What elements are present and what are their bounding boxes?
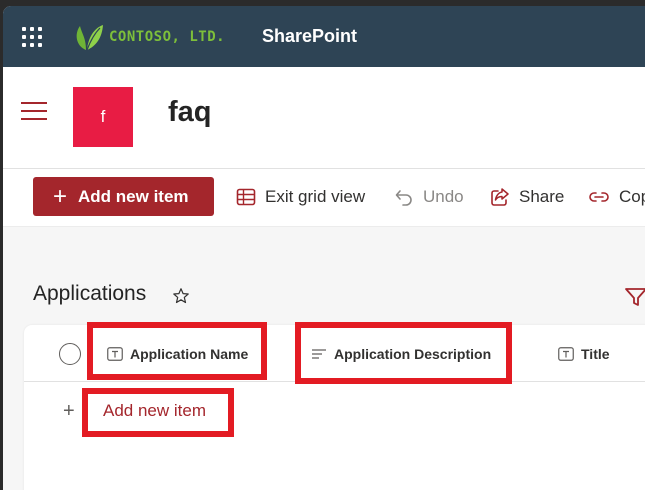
share-icon — [491, 188, 509, 206]
column-label: Application Description — [334, 346, 492, 362]
column-header-application-description[interactable]: Application Description — [311, 343, 491, 365]
company-name[interactable]: CONTOSO, LTD. — [109, 29, 225, 45]
copy-link-button[interactable]: Copy link — [588, 182, 645, 212]
add-new-item-button[interactable]: + Add new item — [33, 177, 214, 216]
select-all-checkbox[interactable] — [59, 343, 81, 365]
column-header-title[interactable]: Title — [558, 343, 610, 365]
add-new-item-row-link[interactable]: Add new item — [103, 401, 206, 421]
add-new-item-label: Add new item — [78, 186, 189, 206]
exit-grid-view-label: Exit grid view — [265, 187, 366, 206]
grid-header-divider — [24, 381, 645, 382]
multiline-text-icon — [312, 349, 326, 359]
plus-icon: + — [53, 182, 68, 210]
exit-grid-view-button[interactable]: Exit grid view — [236, 182, 365, 212]
site-nav-menu-icon[interactable] — [21, 100, 47, 122]
undo-icon — [395, 190, 412, 206]
app-launcher-icon[interactable] — [22, 27, 44, 47]
undo-label: Undo — [423, 187, 464, 206]
column-header-application-name[interactable]: Application Name — [107, 343, 248, 365]
list-title: Applications — [33, 282, 147, 305]
link-icon — [589, 192, 609, 202]
filter-icon[interactable] — [624, 286, 645, 308]
grid-view-icon — [236, 188, 256, 206]
text-field-icon — [558, 347, 574, 361]
undo-button[interactable]: Undo — [394, 182, 464, 212]
column-label: Application Name — [130, 346, 249, 362]
suite-bar: CONTOSO, LTD. SharePoint — [3, 6, 645, 67]
add-row-plus-icon[interactable]: + — [63, 401, 75, 421]
site-logo-tile[interactable]: f — [73, 87, 133, 147]
share-label: Share — [519, 187, 565, 206]
header-divider — [3, 168, 645, 169]
text-field-icon — [107, 347, 123, 361]
app-name[interactable]: SharePoint — [262, 26, 357, 47]
site-title[interactable]: faq — [168, 96, 212, 129]
copy-link-label: Copy link — [619, 187, 645, 206]
favorite-star-icon[interactable] — [172, 287, 190, 305]
share-button[interactable]: Share — [490, 182, 564, 212]
column-label: Title — [581, 346, 610, 362]
sharepoint-window: CONTOSO, LTD. SharePoint f faq + Add new… — [3, 6, 645, 490]
contoso-leaf-logo-icon[interactable] — [72, 22, 104, 52]
